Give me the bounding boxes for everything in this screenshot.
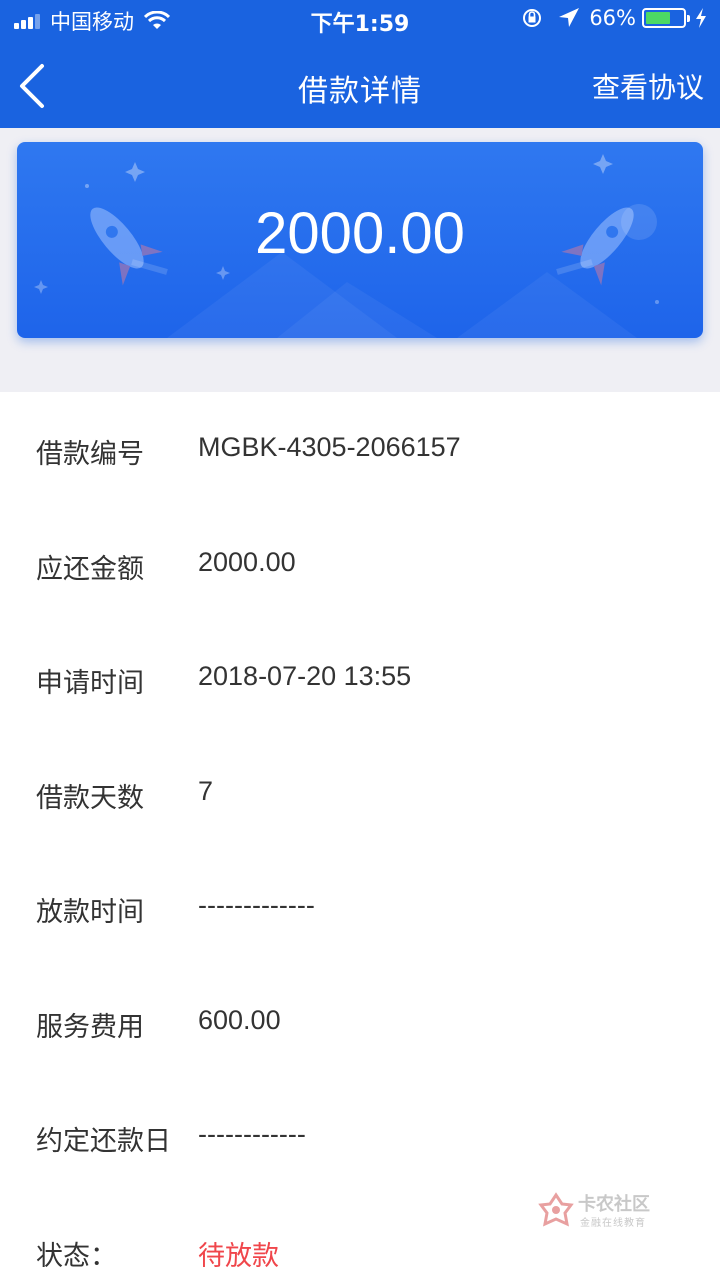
detail-value: 7: [198, 775, 214, 806]
detail-row-amount-due: 应还金额 2000.00: [0, 507, 720, 622]
detail-label: 服务费用: [36, 1011, 144, 1043]
detail-row-due-date: 约定还款日 ------------: [0, 1079, 720, 1194]
loan-details-list: 借款编号 MGBK-4305-2066157 应还金额 2000.00 申请时间…: [0, 392, 720, 1280]
detail-value: -------------: [198, 890, 315, 920]
battery-percentage: 66%: [589, 6, 636, 30]
view-agreement-button[interactable]: 查看协议: [592, 66, 704, 106]
watermark-title: 卡农社区: [578, 1194, 650, 1215]
detail-value: 2000.00: [198, 546, 296, 577]
charging-icon: [696, 8, 706, 28]
detail-label: 放款时间: [36, 897, 144, 928]
nav-bar: 借款详情 查看协议: [0, 40, 720, 128]
kanong-logo-icon: [538, 1192, 574, 1227]
status-bar: 中国移动 下午1:59 66%: [0, 0, 720, 40]
status-badge: 待放款: [198, 1240, 279, 1272]
detail-label: 应还金额: [36, 553, 144, 585]
battery-icon: [642, 8, 690, 28]
detail-row-disbursement-time: 放款时间 -------------: [0, 850, 720, 965]
orientation-lock-icon: [523, 9, 542, 27]
detail-label: 约定还款日: [36, 1126, 171, 1157]
detail-row-loan-days: 借款天数 7: [0, 736, 720, 851]
watermark-subtitle: 金融在线教育: [580, 1218, 646, 1229]
detail-label: 借款编号: [36, 439, 144, 470]
amount-card: 2000.00: [17, 142, 703, 338]
detail-label: 状态：: [36, 1240, 117, 1272]
detail-label: 借款天数: [36, 782, 144, 814]
detail-value: MGBK-4305-2066157: [198, 432, 461, 462]
location-icon: [559, 8, 580, 27]
detail-row-apply-time: 申请时间 2018-07-20 13:55: [0, 621, 720, 736]
detail-value: 600.00: [198, 1004, 281, 1035]
detail-value: 2018-07-20 13:55: [198, 661, 412, 691]
loan-amount: 2000.00: [255, 201, 465, 266]
detail-row-loan-number: 借款编号 MGBK-4305-2066157: [0, 392, 720, 507]
detail-value: ------------: [198, 1119, 306, 1149]
hero-section: 2000.00: [0, 128, 720, 392]
detail-label: 申请时间: [36, 668, 144, 699]
watermark-logo: 卡农社区 金融在线教育: [538, 1188, 668, 1232]
detail-row-service-fee: 服务费用 600.00: [0, 965, 720, 1080]
